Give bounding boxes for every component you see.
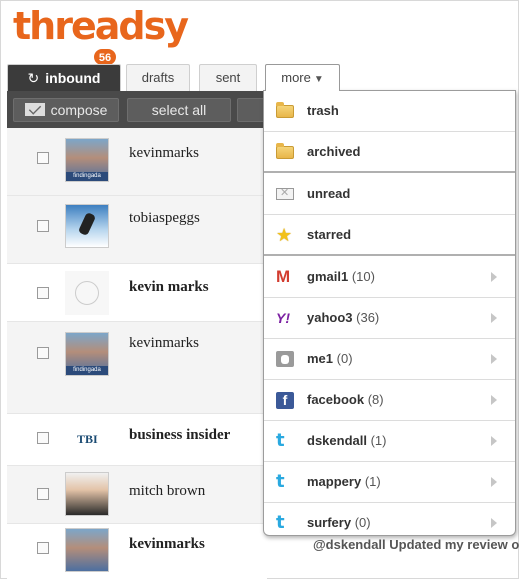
tab-drafts[interactable]: drafts	[126, 64, 190, 91]
menu-item-count: (0)	[354, 515, 371, 530]
message-list: findingada kevinmarks tobiaspeggs kevin …	[7, 128, 267, 579]
menu-item-label: trash	[307, 103, 339, 118]
menu-item-count: (0)	[336, 351, 353, 366]
folder-icon	[276, 102, 294, 118]
menu-item-mappery[interactable]: t mappery (1)	[264, 462, 515, 503]
message-checkbox[interactable]	[37, 347, 49, 359]
menu-item-count: (1)	[364, 474, 381, 489]
me-icon	[276, 351, 294, 367]
chevron-right-icon[interactable]	[491, 313, 497, 323]
star-icon: ★	[276, 225, 293, 245]
more-dropdown-menu: trash archived unread ★ starred M gmail1…	[263, 90, 516, 536]
tab-more-label: more	[281, 70, 311, 85]
menu-item-label: starred	[307, 227, 352, 242]
message-checkbox[interactable]	[37, 542, 49, 554]
message-checkbox[interactable]	[37, 220, 49, 232]
caret-down-icon: ▼	[313, 74, 324, 85]
chevron-right-icon[interactable]	[491, 436, 497, 446]
avatar: findingada	[65, 332, 109, 376]
avatar	[65, 528, 109, 572]
avatar: findingada	[65, 138, 109, 182]
compose-label: compose	[50, 102, 108, 118]
avatar-tag: findingada	[66, 172, 108, 181]
menu-item-archived[interactable]: archived	[264, 132, 515, 173]
sender-name: business insider	[129, 427, 231, 443]
menu-item-starred[interactable]: ★ starred	[264, 215, 515, 256]
avatar	[65, 271, 109, 315]
refresh-icon[interactable]: ↻	[28, 70, 40, 86]
chevron-right-icon[interactable]	[491, 477, 497, 487]
menu-item-facebook[interactable]: f facebook (8)	[264, 380, 515, 421]
message-row[interactable]: kevinmarks	[7, 524, 267, 579]
compose-button[interactable]: compose	[13, 98, 119, 122]
menu-item-label: surfery (0)	[307, 515, 371, 530]
select-all-button[interactable]: select all	[127, 98, 231, 122]
sender-name: kevinmarks	[129, 145, 199, 161]
sender-name: kevinmarks	[129, 536, 205, 552]
menu-item-dskendall[interactable]: t dskendall (1)	[264, 421, 515, 462]
twitter-icon: t	[276, 430, 285, 451]
sender-name: kevinmarks	[129, 335, 199, 351]
menu-item-count: (8)	[367, 392, 384, 407]
avatar-tag: findingada	[66, 366, 108, 375]
menu-item-label: yahoo3 (36)	[307, 310, 380, 325]
chevron-right-icon[interactable]	[491, 354, 497, 364]
message-row[interactable]: findingada kevinmarks	[7, 128, 267, 196]
message-row[interactable]: findingada kevinmarks	[7, 322, 267, 414]
chevron-right-icon[interactable]	[491, 518, 497, 528]
chevron-right-icon[interactable]	[491, 272, 497, 282]
menu-item-label: gmail1 (10)	[307, 269, 375, 284]
menu-item-label: dskendall (1)	[307, 433, 387, 448]
gmail-icon: M	[276, 267, 291, 286]
tab-inbound[interactable]: ↻ inbound	[7, 64, 121, 91]
tab-inbound-label: inbound	[45, 70, 101, 86]
yahoo-icon: Y!	[276, 310, 290, 326]
menu-item-label: unread	[307, 186, 351, 201]
message-row[interactable]: TBI business insider	[7, 414, 267, 466]
menu-item-label: mappery (1)	[307, 474, 381, 489]
sender-name: tobiaspeggs	[129, 210, 200, 226]
menu-item-gmail1[interactable]: M gmail1 (10)	[264, 257, 515, 298]
menu-item-surfery[interactable]: t surfery (0)	[264, 503, 515, 544]
menu-item-label: facebook (8)	[307, 392, 384, 407]
menu-item-count: (1)	[370, 433, 387, 448]
envelope-icon	[24, 103, 45, 116]
menu-item-trash[interactable]: trash	[264, 91, 515, 132]
menu-item-label: me1 (0)	[307, 351, 353, 366]
toolbar: compose select all	[7, 91, 269, 128]
sender-name: mitch brown	[129, 483, 206, 499]
message-checkbox[interactable]	[37, 152, 49, 164]
menu-item-unread[interactable]: unread	[264, 174, 515, 215]
menu-item-count: (36)	[356, 310, 380, 325]
message-row[interactable]: tobiaspeggs	[7, 196, 267, 264]
menu-item-count: (10)	[351, 269, 375, 284]
twitter-icon: t	[276, 512, 285, 533]
message-checkbox[interactable]	[37, 488, 49, 500]
facebook-icon: f	[276, 392, 294, 409]
tab-sent[interactable]: sent	[199, 64, 257, 91]
avatar	[65, 472, 109, 516]
message-checkbox[interactable]	[37, 287, 49, 299]
message-row[interactable]: mitch brown	[7, 466, 267, 524]
chevron-right-icon[interactable]	[491, 395, 497, 405]
sender-name: kevin marks	[129, 279, 209, 295]
tab-more[interactable]: more ▼	[265, 64, 340, 91]
message-checkbox[interactable]	[37, 432, 49, 444]
avatar-text: TBI	[77, 432, 98, 446]
logo: threadsy	[13, 4, 189, 48]
menu-item-label: archived	[307, 144, 361, 159]
message-row[interactable]: kevin marks	[7, 264, 267, 322]
twitter-icon: t	[276, 471, 285, 492]
envelope-icon	[276, 186, 294, 200]
menu-item-me1[interactable]: me1 (0)	[264, 339, 515, 380]
menu-item-yahoo3[interactable]: Y! yahoo3 (36)	[264, 298, 515, 339]
avatar	[65, 204, 109, 248]
avatar: TBI	[65, 418, 109, 462]
folder-icon	[276, 143, 294, 159]
app-window: threadsy 56 ↻ inbound drafts sent more ▼ c…	[0, 0, 519, 579]
toolbar-extra-button[interactable]	[237, 98, 265, 122]
